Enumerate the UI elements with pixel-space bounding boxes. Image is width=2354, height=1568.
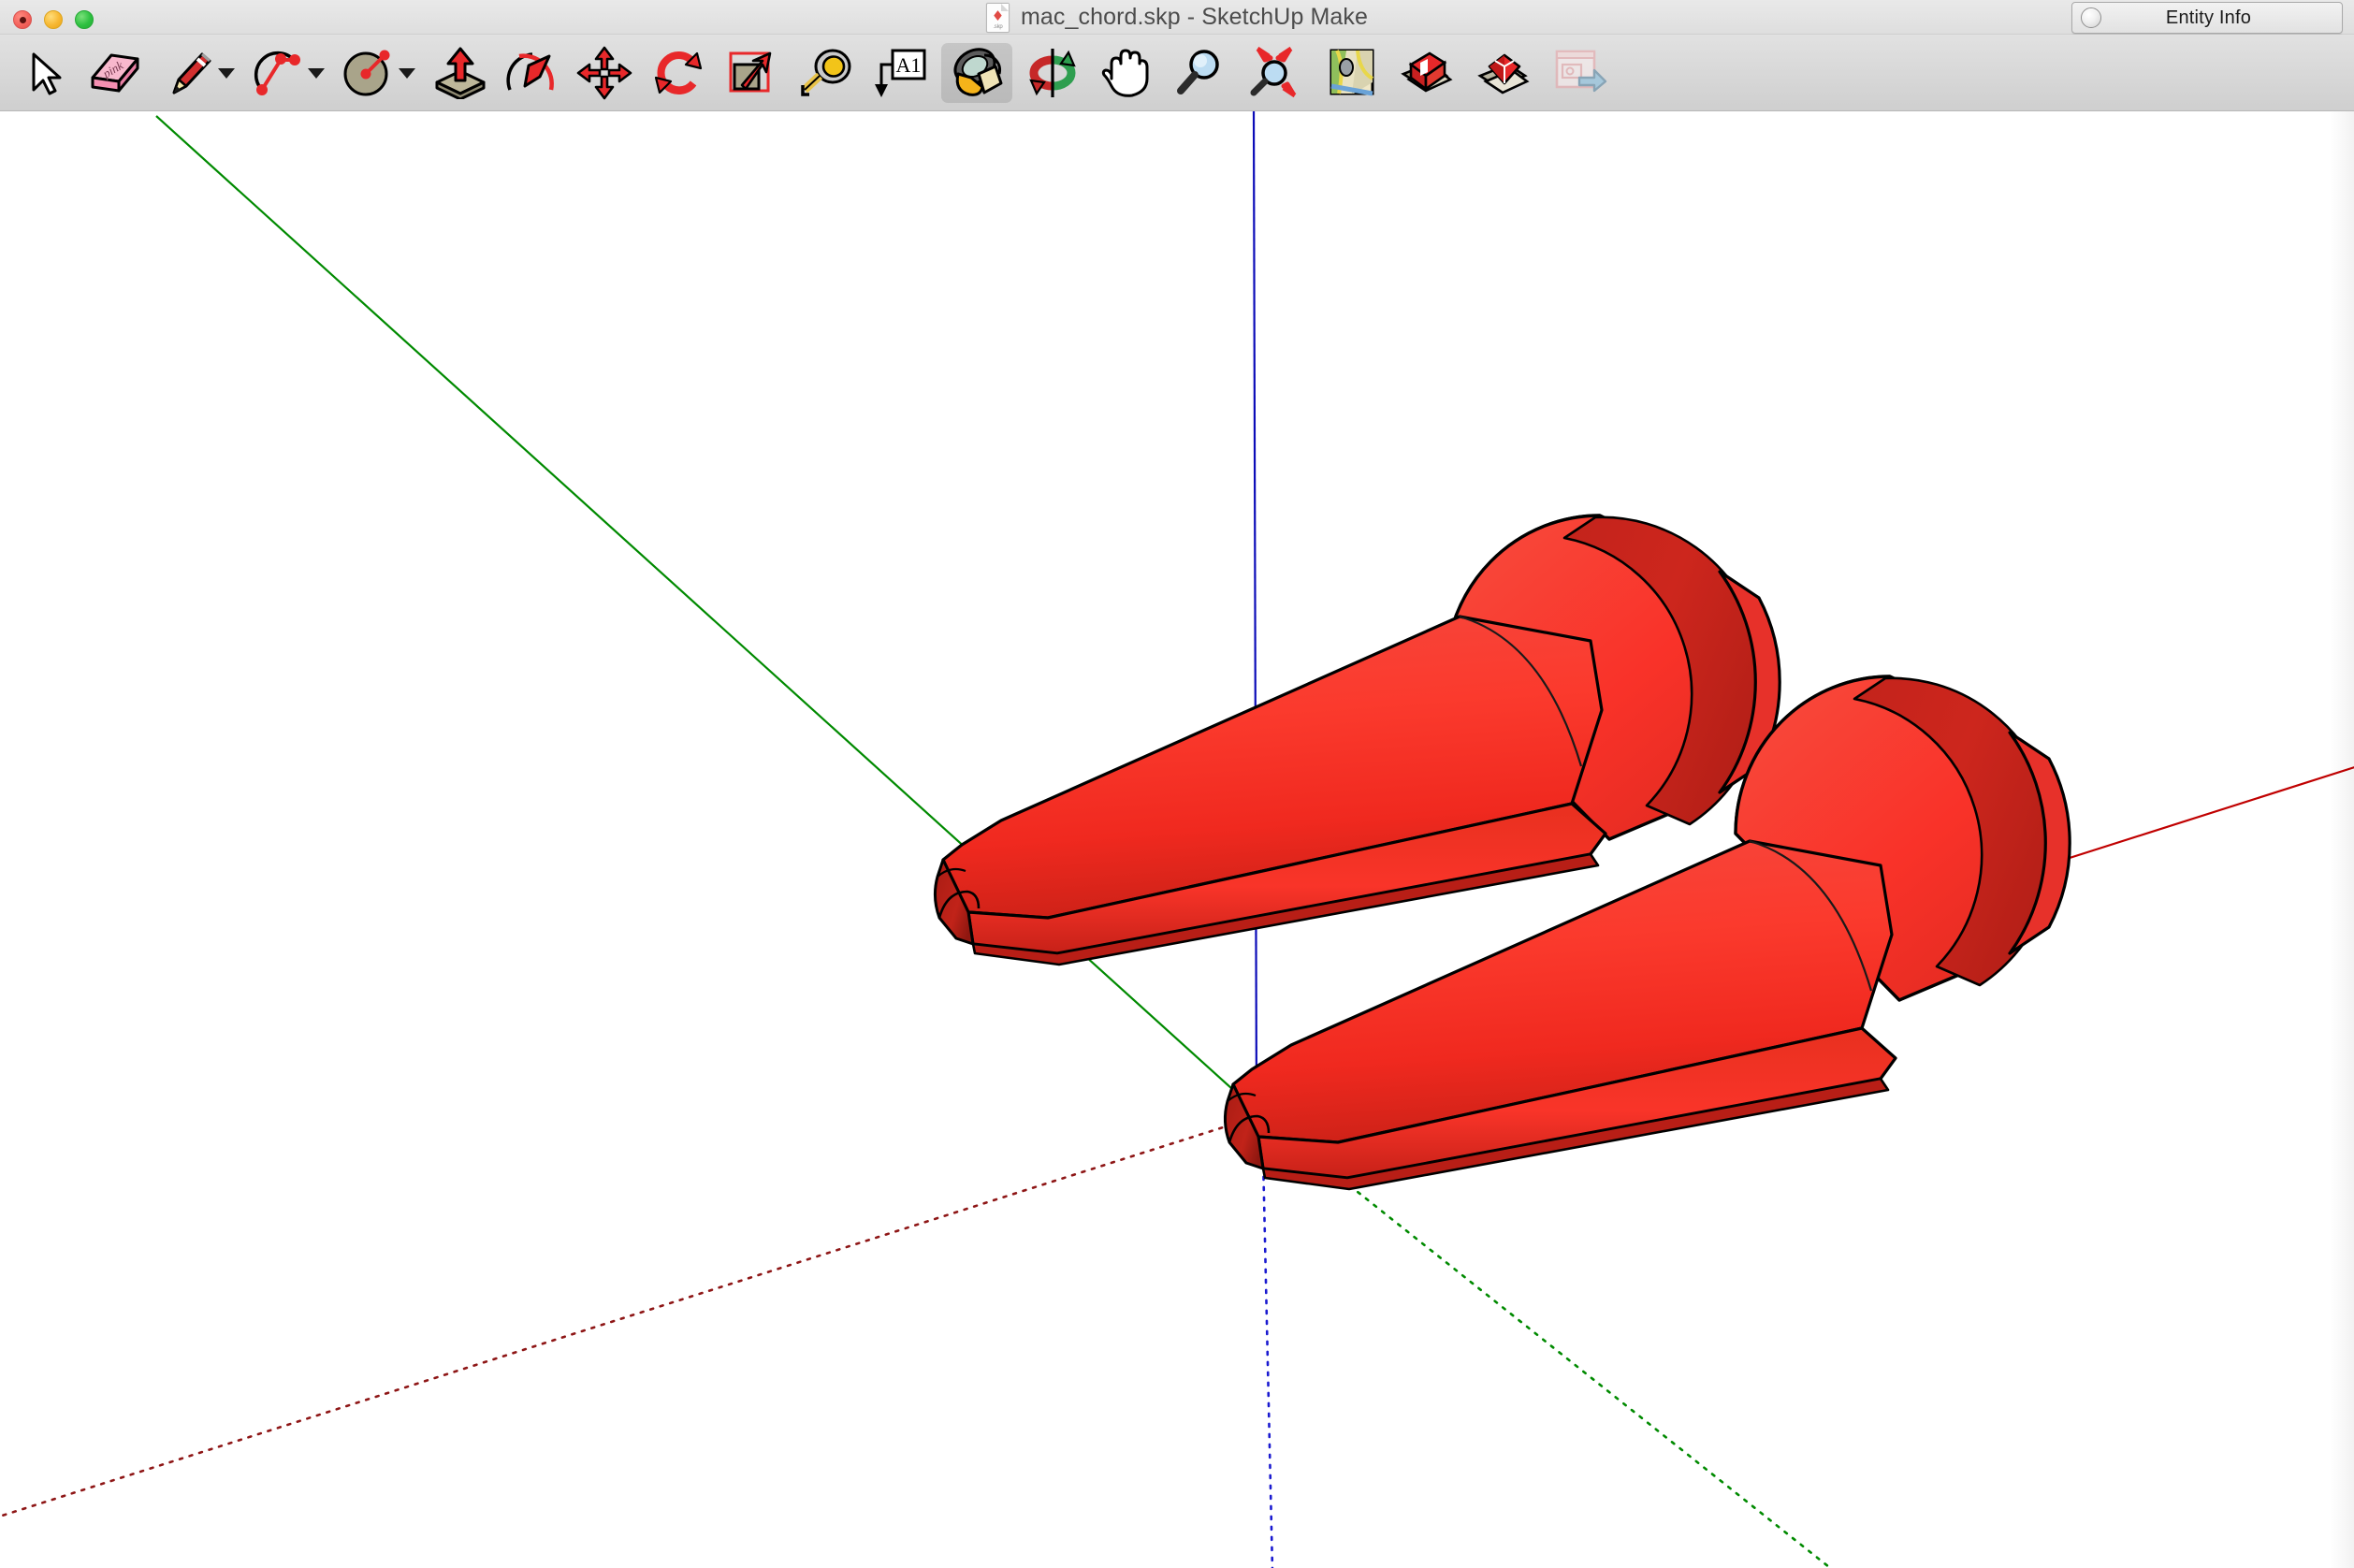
close-window-button[interactable]: [13, 10, 32, 29]
text-label-icon: A1: [875, 49, 926, 97]
window-controls: [13, 10, 94, 29]
tape-measure-icon: [801, 49, 851, 96]
tool-text[interactable]: A1: [865, 43, 932, 103]
tool-tape-measure[interactable]: [792, 43, 859, 103]
magnifier-zoom-icon: [1177, 50, 1219, 94]
main-toolbar: pink A1: [0, 35, 2354, 111]
orbit-icon: [1029, 49, 1076, 97]
rotate-icon: [654, 51, 703, 94]
arrow-cursor-icon: [32, 52, 62, 95]
model-canvas: [0, 111, 2354, 1568]
tool-previous-view[interactable]: [1319, 43, 1385, 103]
scale-icon: [729, 51, 772, 93]
circle-shape-icon: [343, 50, 389, 96]
doc-extension-label: .skp: [993, 23, 1003, 30]
tool-select[interactable]: [13, 43, 75, 103]
svg-text:A1: A1: [896, 53, 922, 77]
title-group: ♦ .skp mac_chord.skp - SketchUp Make: [0, 0, 2354, 35]
arc-tool-chevron-down-icon[interactable]: [307, 67, 325, 79]
tool-scale[interactable]: [719, 43, 784, 103]
tool-rotate[interactable]: [646, 43, 711, 103]
minimize-window-button[interactable]: [44, 10, 63, 29]
tool-extension-warehouse[interactable]: [1471, 43, 1536, 103]
tool-push-pull[interactable]: [427, 43, 494, 103]
ruby-extension-icon: [1477, 53, 1530, 94]
follow-me-icon: [506, 52, 554, 91]
skp-document-icon: ♦ .skp: [985, 2, 1010, 33]
sketchup-logo-glyph: ♦: [991, 7, 1005, 24]
tool-circle[interactable]: [333, 43, 423, 103]
window-title: mac_chord.skp - SketchUp Make: [1020, 4, 1369, 30]
tool-line[interactable]: [157, 43, 243, 103]
entity-info-title: Entity Info: [2165, 7, 2252, 28]
tool-3d-warehouse[interactable]: [1394, 43, 1460, 103]
maximize-window-button[interactable]: [75, 10, 94, 29]
tool-zoom-extents[interactable]: [1241, 43, 1308, 103]
tool-pan[interactable]: [1095, 43, 1158, 103]
tool-zoom[interactable]: [1168, 43, 1231, 103]
tool-eraser[interactable]: pink: [82, 43, 148, 103]
model-viewport[interactable]: [0, 111, 2354, 1568]
hand-pan-icon: [1101, 49, 1149, 97]
tool-arc[interactable]: [245, 43, 331, 103]
circle-tool-chevron-down-icon[interactable]: [398, 67, 415, 79]
tool-orbit[interactable]: [1020, 43, 1085, 103]
blue-axis-positive: [1252, 111, 1258, 1116]
title-bar: ♦ .skp mac_chord.skp - SketchUp Make Ent…: [0, 0, 2354, 35]
share-export-icon: [1555, 50, 1607, 93]
tool-move[interactable]: [571, 43, 638, 103]
zoom-extents-icon: [1250, 47, 1297, 98]
map-view-icon: [1330, 49, 1374, 96]
sketchup-window: ♦ .skp mac_chord.skp - SketchUp Make Ent…: [0, 0, 2354, 1568]
tool-paint-bucket[interactable]: [941, 43, 1012, 103]
entity-info-panel[interactable]: Entity Info: [2071, 2, 2343, 34]
pencil-icon: [172, 52, 211, 94]
tool-share-model[interactable]: [1546, 43, 1613, 103]
blue-axis-negative: [1260, 1113, 1274, 1568]
paint-bucket-icon: [953, 48, 1003, 96]
red-axis-negative: [0, 1113, 1263, 1518]
line-tool-chevron-down-icon[interactable]: [217, 67, 235, 79]
arc-icon: [254, 51, 300, 95]
warehouse-3d-icon: [1401, 51, 1453, 93]
green-axis-positive: [155, 115, 1262, 1116]
move-arrows-icon: [576, 46, 632, 100]
entity-info-toggle-button[interactable]: [2081, 7, 2101, 28]
push-pull-icon: [435, 47, 486, 99]
eraser-icon: pink: [91, 53, 139, 93]
tool-follow-me[interactable]: [500, 43, 563, 103]
